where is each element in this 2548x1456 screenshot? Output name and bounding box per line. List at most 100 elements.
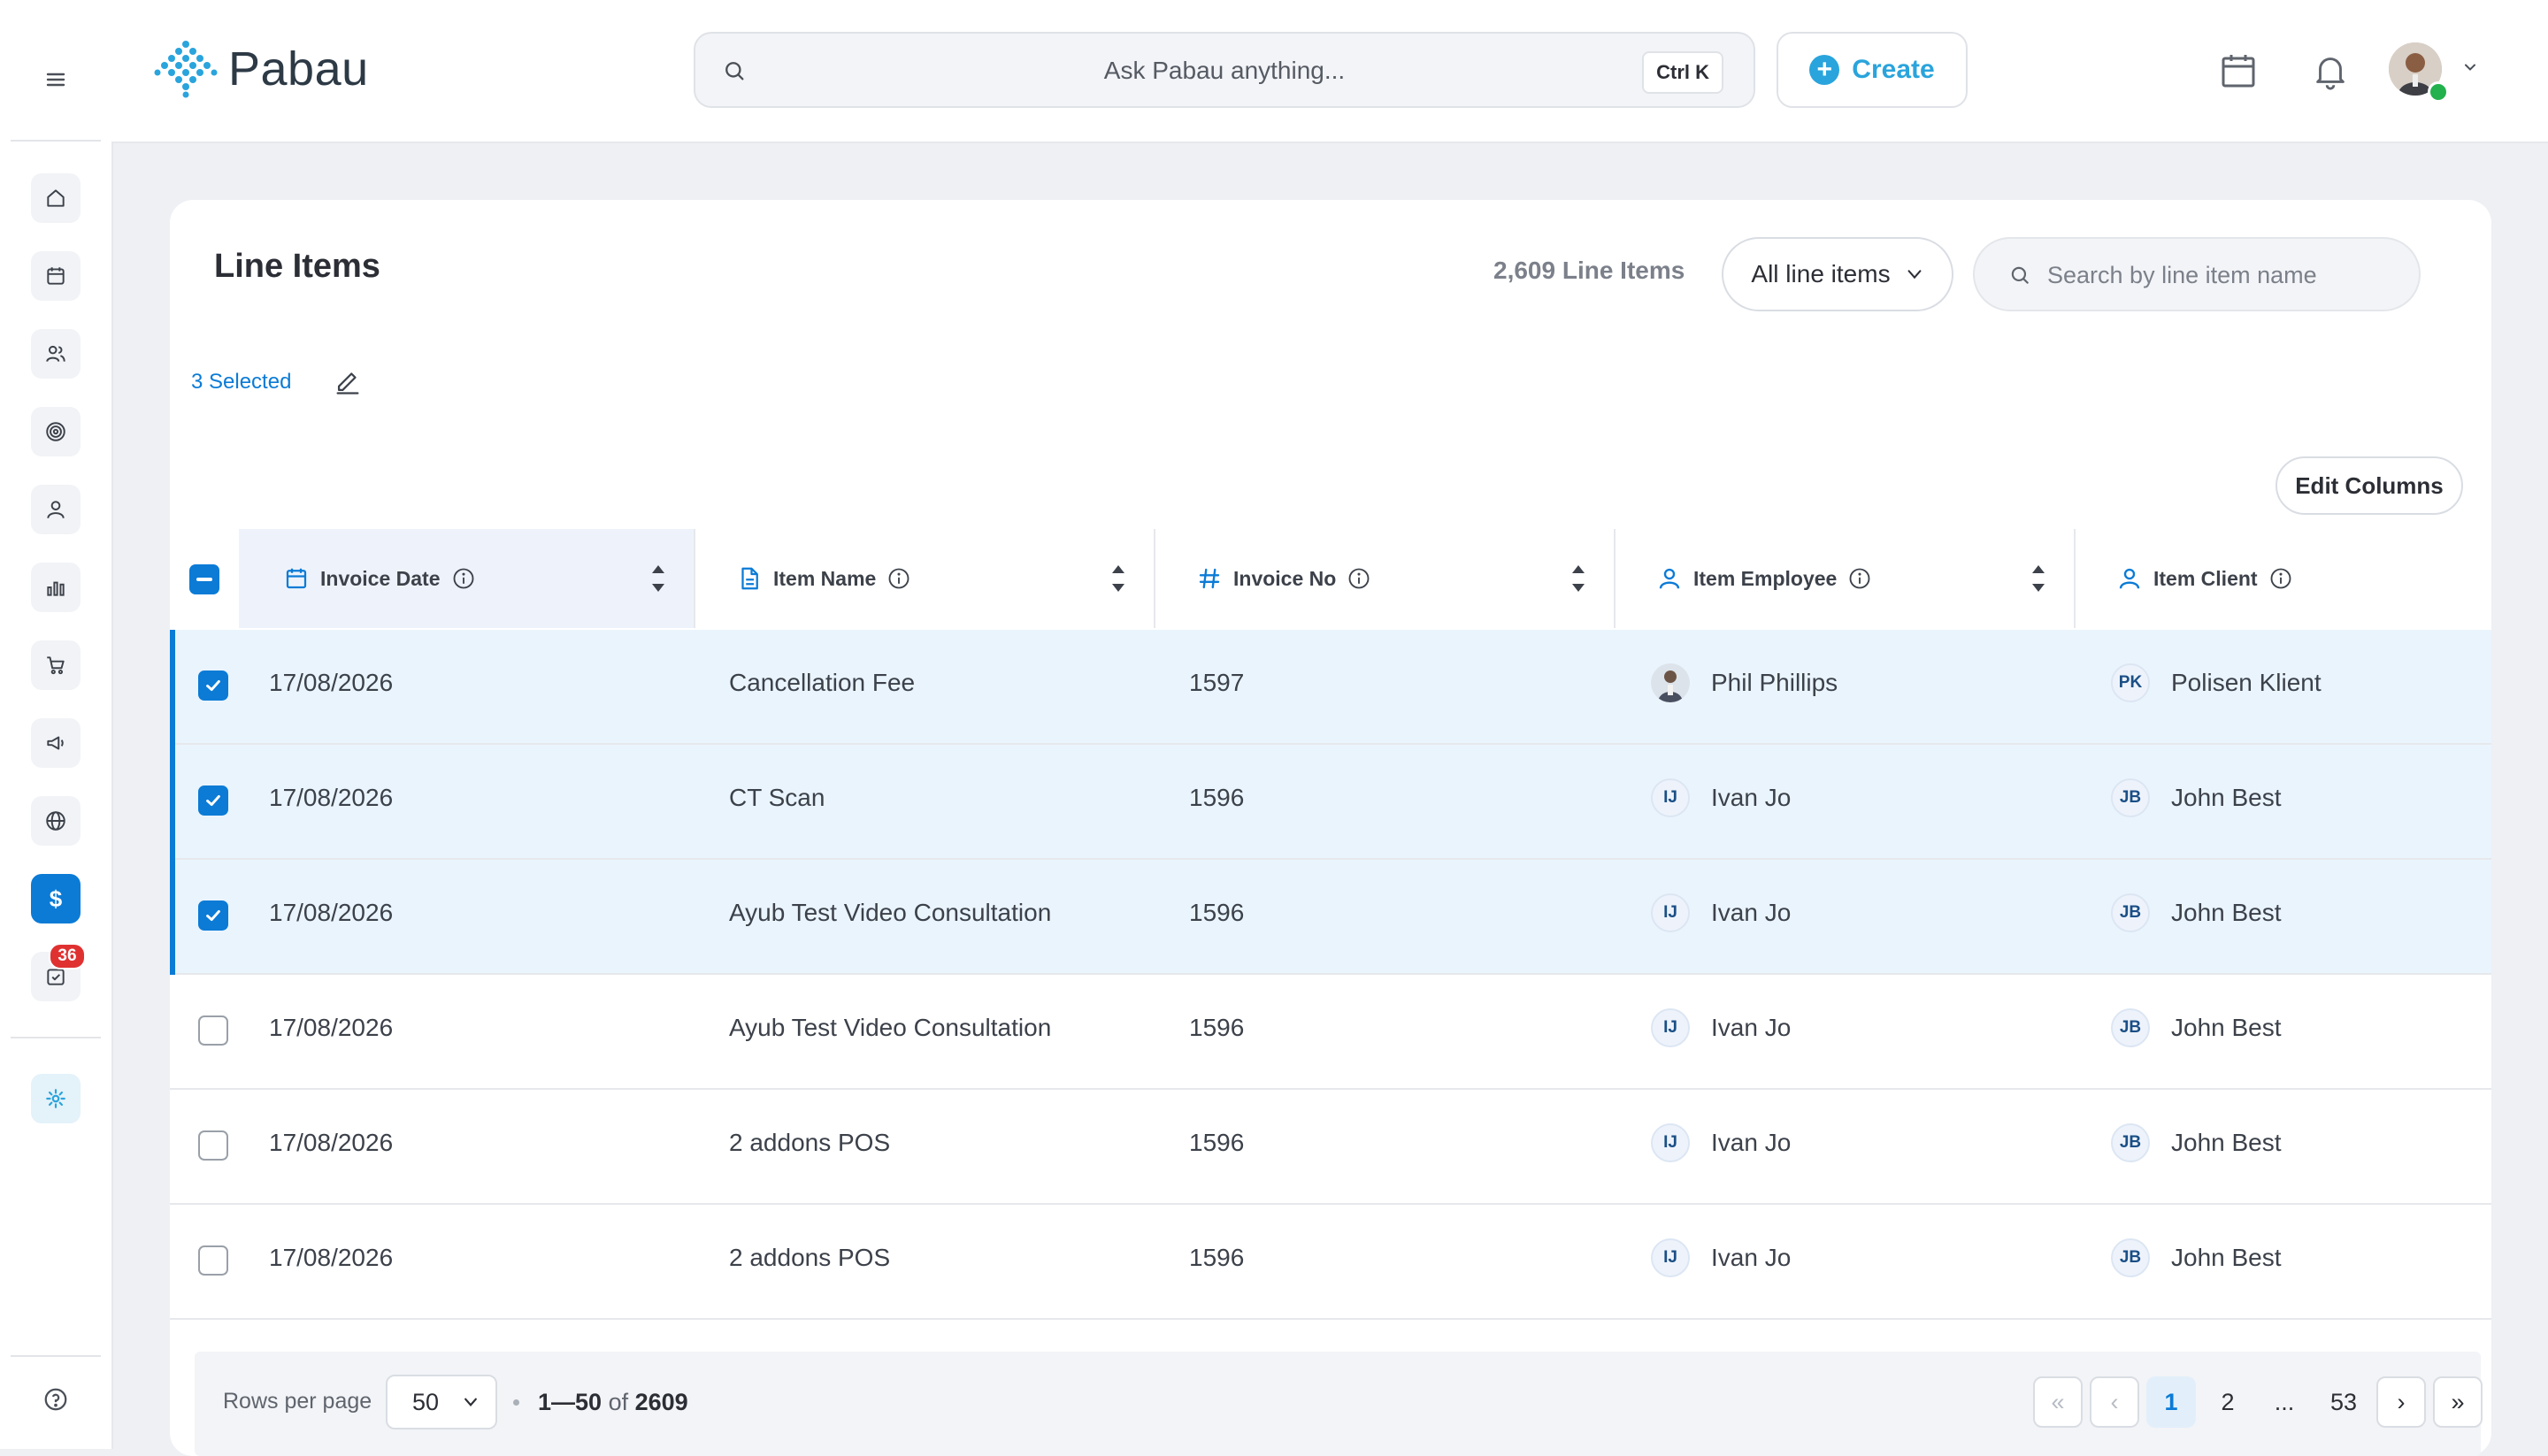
- invoice-date-cell: 17/08/2026: [269, 1129, 394, 1156]
- info-icon[interactable]: [1847, 566, 1872, 591]
- column-item-client[interactable]: Item Client: [2076, 529, 2491, 628]
- logo-text: Pabau: [228, 42, 369, 96]
- info-icon[interactable]: [1347, 566, 1371, 591]
- row-checkbox[interactable]: [198, 1015, 228, 1046]
- chevron-down-icon[interactable]: [2461, 58, 2479, 80]
- last-page-button[interactable]: »: [2433, 1376, 2483, 1428]
- sidebar-item-help[interactable]: [31, 1375, 81, 1424]
- sort-icon[interactable]: [649, 561, 667, 596]
- sort-icon[interactable]: [1569, 561, 1587, 596]
- page-button[interactable]: 53: [2316, 1376, 2371, 1428]
- item-name-cell[interactable]: Ayub Test Video Consultation: [729, 1014, 1051, 1042]
- table-row[interactable]: 17/08/2026 Ayub Test Video Consultation …: [170, 975, 2491, 1090]
- client-cell[interactable]: JB John Best: [2111, 1238, 2282, 1277]
- ai-search-bar[interactable]: Ask Pabau anything... Ctrl K: [694, 32, 1755, 108]
- row-checkbox[interactable]: [198, 900, 228, 931]
- keyboard-shortcut: Ctrl K: [1642, 51, 1723, 94]
- table-row[interactable]: 17/08/2026 CT Scan 1596 IJ Ivan Jo JB Jo…: [170, 745, 2491, 860]
- table-row[interactable]: 17/08/2026 Cancellation Fee 1597 Phil Ph…: [170, 630, 2491, 745]
- table-row[interactable]: 17/08/2026 2 addons POS 1596 IJ Ivan Jo …: [170, 1090, 2491, 1205]
- column-item-employee[interactable]: Item Employee: [1616, 529, 2074, 628]
- page-button[interactable]: 2: [2203, 1376, 2253, 1428]
- table-row[interactable]: 17/08/2026 Ayub Test Video Consultation …: [170, 860, 2491, 975]
- sidebar-item-shop[interactable]: [31, 640, 81, 690]
- invoice-date-cell: 17/08/2026: [269, 669, 394, 696]
- sidebar-divider: [11, 140, 101, 142]
- item-name-cell[interactable]: CT Scan: [729, 784, 825, 812]
- info-icon[interactable]: [886, 566, 911, 591]
- invoice-date-cell: 17/08/2026: [269, 784, 394, 811]
- sidebar-item-apps[interactable]: [31, 1074, 81, 1123]
- sidebar-item-reports[interactable]: [31, 563, 81, 612]
- next-page-button[interactable]: ›: [2376, 1376, 2426, 1428]
- pabau-logo[interactable]: Pabau: [154, 39, 369, 99]
- rows-per-page-select[interactable]: 50: [386, 1375, 497, 1429]
- table-row[interactable]: 17/08/2026 2 addons POS 1596 IJ Ivan Jo …: [170, 1205, 2491, 1320]
- employee-cell[interactable]: IJ Ivan Jo: [1651, 778, 1791, 817]
- item-name-cell[interactable]: Ayub Test Video Consultation: [729, 899, 1051, 927]
- sidebar-item-marketing[interactable]: [31, 718, 81, 768]
- sidebar-item-calendar[interactable]: [31, 251, 81, 301]
- invoice-no-cell[interactable]: 1596: [1189, 1014, 1244, 1042]
- employee-cell[interactable]: Phil Phillips: [1651, 663, 1838, 702]
- invoice-no-cell[interactable]: 1596: [1189, 899, 1244, 927]
- employee-cell[interactable]: IJ Ivan Jo: [1651, 1123, 1791, 1162]
- menu-icon[interactable]: [40, 64, 72, 96]
- client-cell[interactable]: PK Polisen Klient: [2111, 663, 2322, 702]
- item-name-cell[interactable]: 2 addons POS: [729, 1244, 890, 1272]
- row-checkbox[interactable]: [198, 1130, 228, 1161]
- column-invoice-no[interactable]: Invoice No: [1155, 529, 1614, 628]
- chevron-down-icon: [1907, 270, 1922, 280]
- sidebar-item-tasks[interactable]: 36: [31, 943, 86, 1001]
- sidebar-item-home[interactable]: [31, 173, 81, 223]
- item-name-cell[interactable]: 2 addons POS: [729, 1129, 890, 1157]
- page-button[interactable]: 1: [2146, 1376, 2196, 1428]
- edit-columns-button[interactable]: Edit Columns: [2276, 456, 2463, 515]
- column-item-name[interactable]: Item Name: [695, 529, 1154, 628]
- column-invoice-date[interactable]: Invoice Date: [239, 529, 694, 628]
- row-checkbox[interactable]: [198, 1245, 228, 1276]
- tasks-badge: 36: [49, 943, 86, 969]
- invoice-no-cell[interactable]: 1596: [1189, 1244, 1244, 1272]
- previous-page-button[interactable]: ‹: [2090, 1376, 2139, 1428]
- sidebar-item-financials[interactable]: $: [31, 874, 81, 923]
- employee-name: Ivan Jo: [1711, 899, 1792, 926]
- ai-search-placeholder: Ask Pabau anything...: [1103, 57, 1346, 84]
- bulk-edit-button[interactable]: [333, 366, 363, 401]
- sidebar-item-online[interactable]: [31, 796, 81, 846]
- notifications-button[interactable]: [2306, 46, 2355, 96]
- sort-icon[interactable]: [1109, 561, 1127, 596]
- search-input[interactable]: [2045, 255, 2403, 295]
- client-cell[interactable]: JB John Best: [2111, 778, 2282, 817]
- cart-icon: [47, 656, 65, 675]
- first-page-button[interactable]: «: [2033, 1376, 2083, 1428]
- users-icon: [46, 345, 65, 362]
- invoice-no-cell[interactable]: 1596: [1189, 1129, 1244, 1157]
- employee-cell[interactable]: IJ Ivan Jo: [1651, 1008, 1791, 1047]
- line-item-search[interactable]: [1973, 237, 2421, 311]
- globe-icon: [46, 811, 65, 831]
- employee-cell[interactable]: IJ Ivan Jo: [1651, 1238, 1791, 1277]
- select-all-checkbox[interactable]: [189, 564, 219, 594]
- line-items-filter-dropdown[interactable]: All line items: [1722, 237, 1953, 311]
- create-button[interactable]: + Create: [1777, 32, 1968, 108]
- sidebar-item-leads[interactable]: [31, 407, 81, 456]
- sort-icon[interactable]: [2030, 561, 2047, 596]
- client-cell[interactable]: JB John Best: [2111, 1123, 2282, 1162]
- row-checkbox[interactable]: [198, 785, 228, 816]
- info-icon[interactable]: [2268, 566, 2293, 591]
- row-checkbox[interactable]: [198, 671, 228, 701]
- client-cell[interactable]: JB John Best: [2111, 893, 2282, 932]
- invoice-date-cell: 17/08/2026: [269, 899, 394, 926]
- invoice-no-cell[interactable]: 1597: [1189, 669, 1244, 697]
- invoice-no-cell[interactable]: 1596: [1189, 784, 1244, 812]
- item-name-cell[interactable]: Cancellation Fee: [729, 669, 915, 697]
- client-cell[interactable]: JB John Best: [2111, 1008, 2282, 1047]
- calendar-top-button[interactable]: [2214, 46, 2263, 96]
- filter-label: All line items: [1751, 260, 1891, 287]
- employee-name: Ivan Jo: [1711, 784, 1792, 811]
- sidebar-item-contacts[interactable]: [31, 485, 81, 534]
- info-icon[interactable]: [451, 566, 476, 591]
- sidebar-item-clients[interactable]: [31, 329, 81, 379]
- employee-cell[interactable]: IJ Ivan Jo: [1651, 893, 1791, 932]
